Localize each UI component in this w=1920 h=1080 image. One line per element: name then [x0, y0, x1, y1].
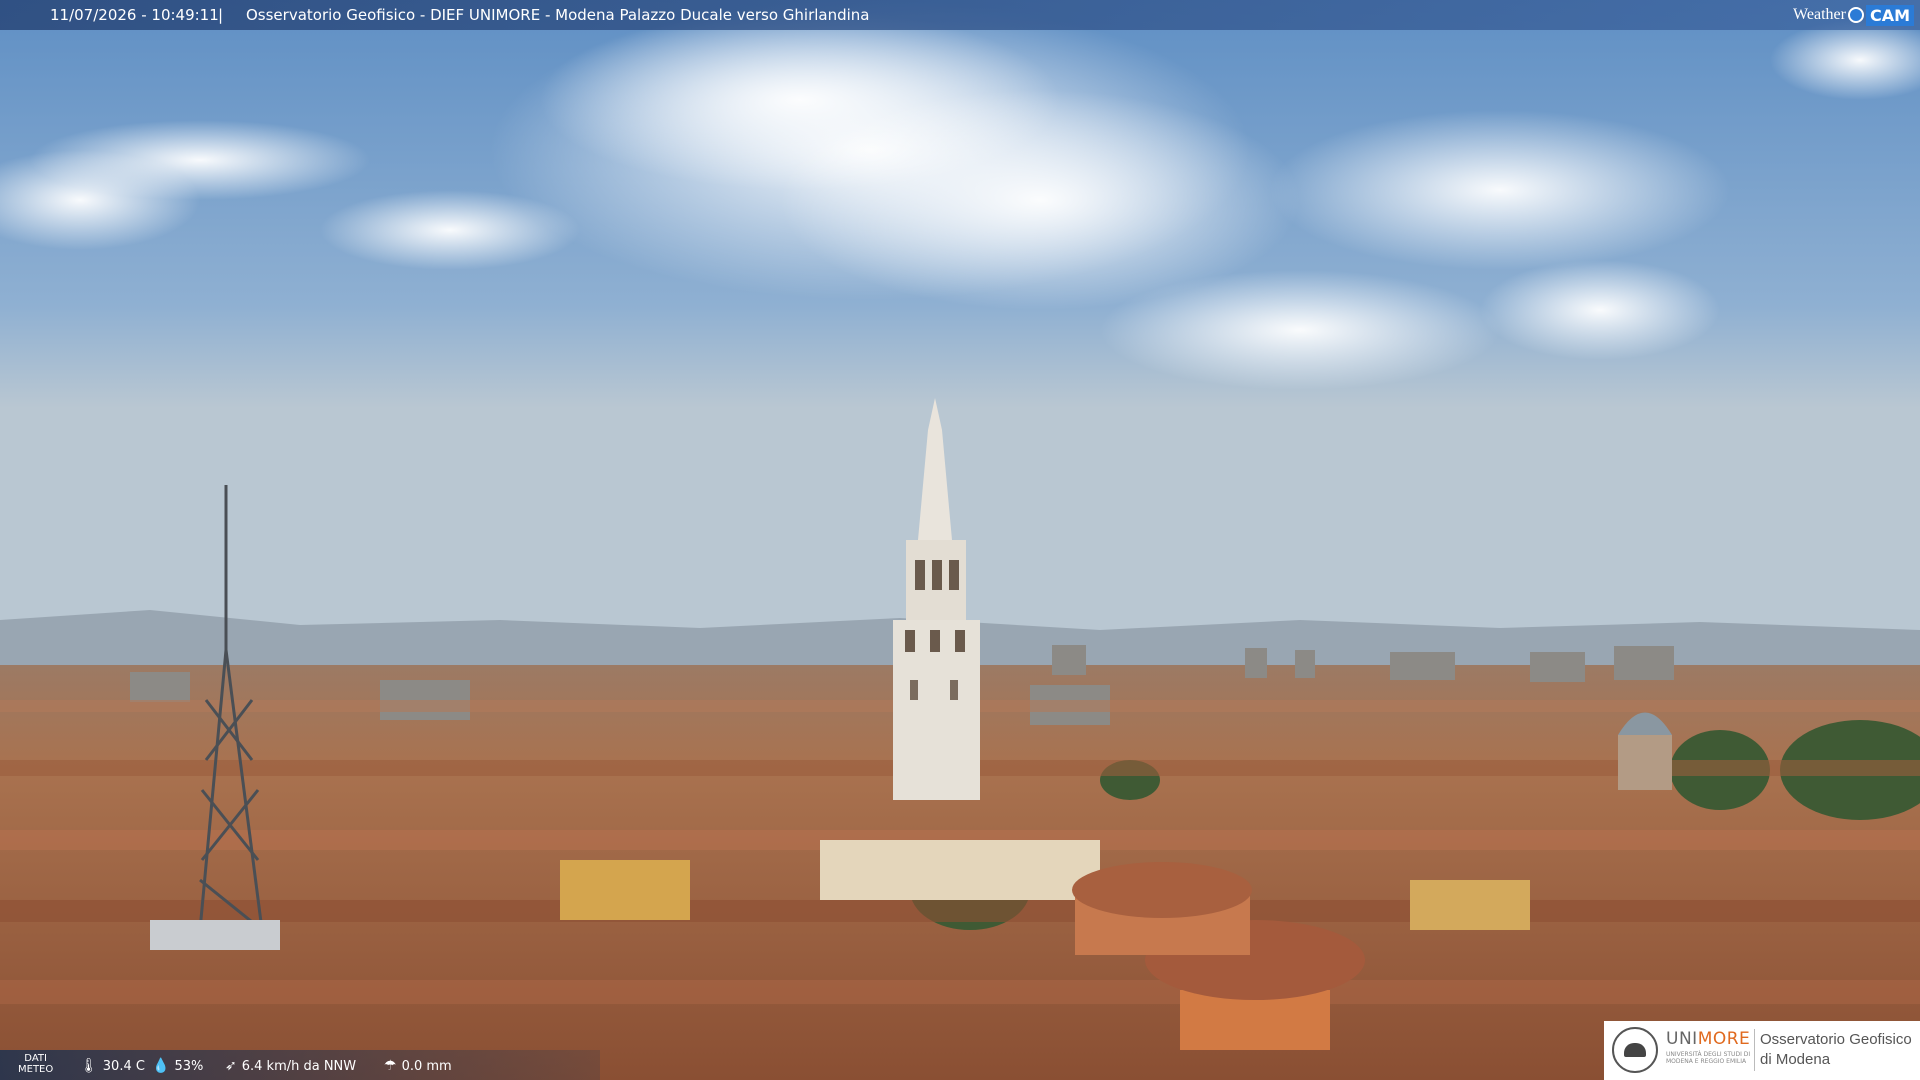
header-separator: | [218, 6, 224, 24]
university-name-accent: MORE [1697, 1029, 1751, 1049]
weather-data-label: DATI METEO [18, 1053, 53, 1075]
camera-header: 11/07/2026 - 10:49:11 | Osservatorio Geo… [0, 0, 1920, 30]
brand-cam: CAM [1865, 4, 1914, 26]
thermometer-icon: 🌡 [80, 1058, 98, 1074]
brand-weather: Weather [1793, 6, 1846, 23]
logo-divider [1754, 1029, 1755, 1071]
camera-icon [1847, 7, 1864, 23]
rain-value: 0.0 mm [401, 1058, 452, 1074]
label-line2: METEO [18, 1064, 54, 1075]
wind-reading: ➶ 6.4 km/h da NNW [225, 1058, 356, 1074]
droplet-icon: 💧 [152, 1058, 170, 1074]
temperature-value: 30.4 C [102, 1058, 145, 1074]
unimore-logo: UNIMORE UNIVERSITÀ DEGLI STUDI DI MODENA… [1604, 1021, 1920, 1080]
wind-icon: ➶ [225, 1058, 237, 1074]
rain-reading: ☂ 0.0 mm [384, 1058, 452, 1074]
camera-title: Osservatorio Geofisico - DIEF UNIMORE - … [246, 6, 870, 24]
university-subtitle: UNIVERSITÀ DEGLI STUDI DI MODENA E REGGI… [1666, 1051, 1751, 1065]
weather-data-bar: DATI METEO 🌡 30.4 C 💧 53% ➶ 6.4 km/h da … [0, 1050, 600, 1080]
humidity-reading: 💧 53% [152, 1058, 203, 1074]
label-line1: DATI [24, 1053, 47, 1064]
rain-icon: ☂ [384, 1058, 397, 1074]
weathercam-brand: Weather CAM [1793, 3, 1914, 27]
dome-right [1618, 712, 1672, 790]
university-name: UNIMORE [1666, 1029, 1750, 1049]
temperature-reading: 🌡 30.4 C [80, 1058, 145, 1074]
wind-value: 6.4 km/h da NNW [241, 1058, 357, 1074]
observatory-line2: di Modena [1760, 1051, 1831, 1068]
humidity-value: 53% [174, 1058, 204, 1074]
timestamp: 11/07/2026 - 10:49:11 [50, 6, 219, 24]
observatory-line1: Osservatorio Geofisico [1760, 1031, 1912, 1048]
webcam-scene [0, 0, 1920, 1080]
university-seal-icon [1612, 1027, 1658, 1073]
university-name-main: UNI [1666, 1029, 1698, 1049]
